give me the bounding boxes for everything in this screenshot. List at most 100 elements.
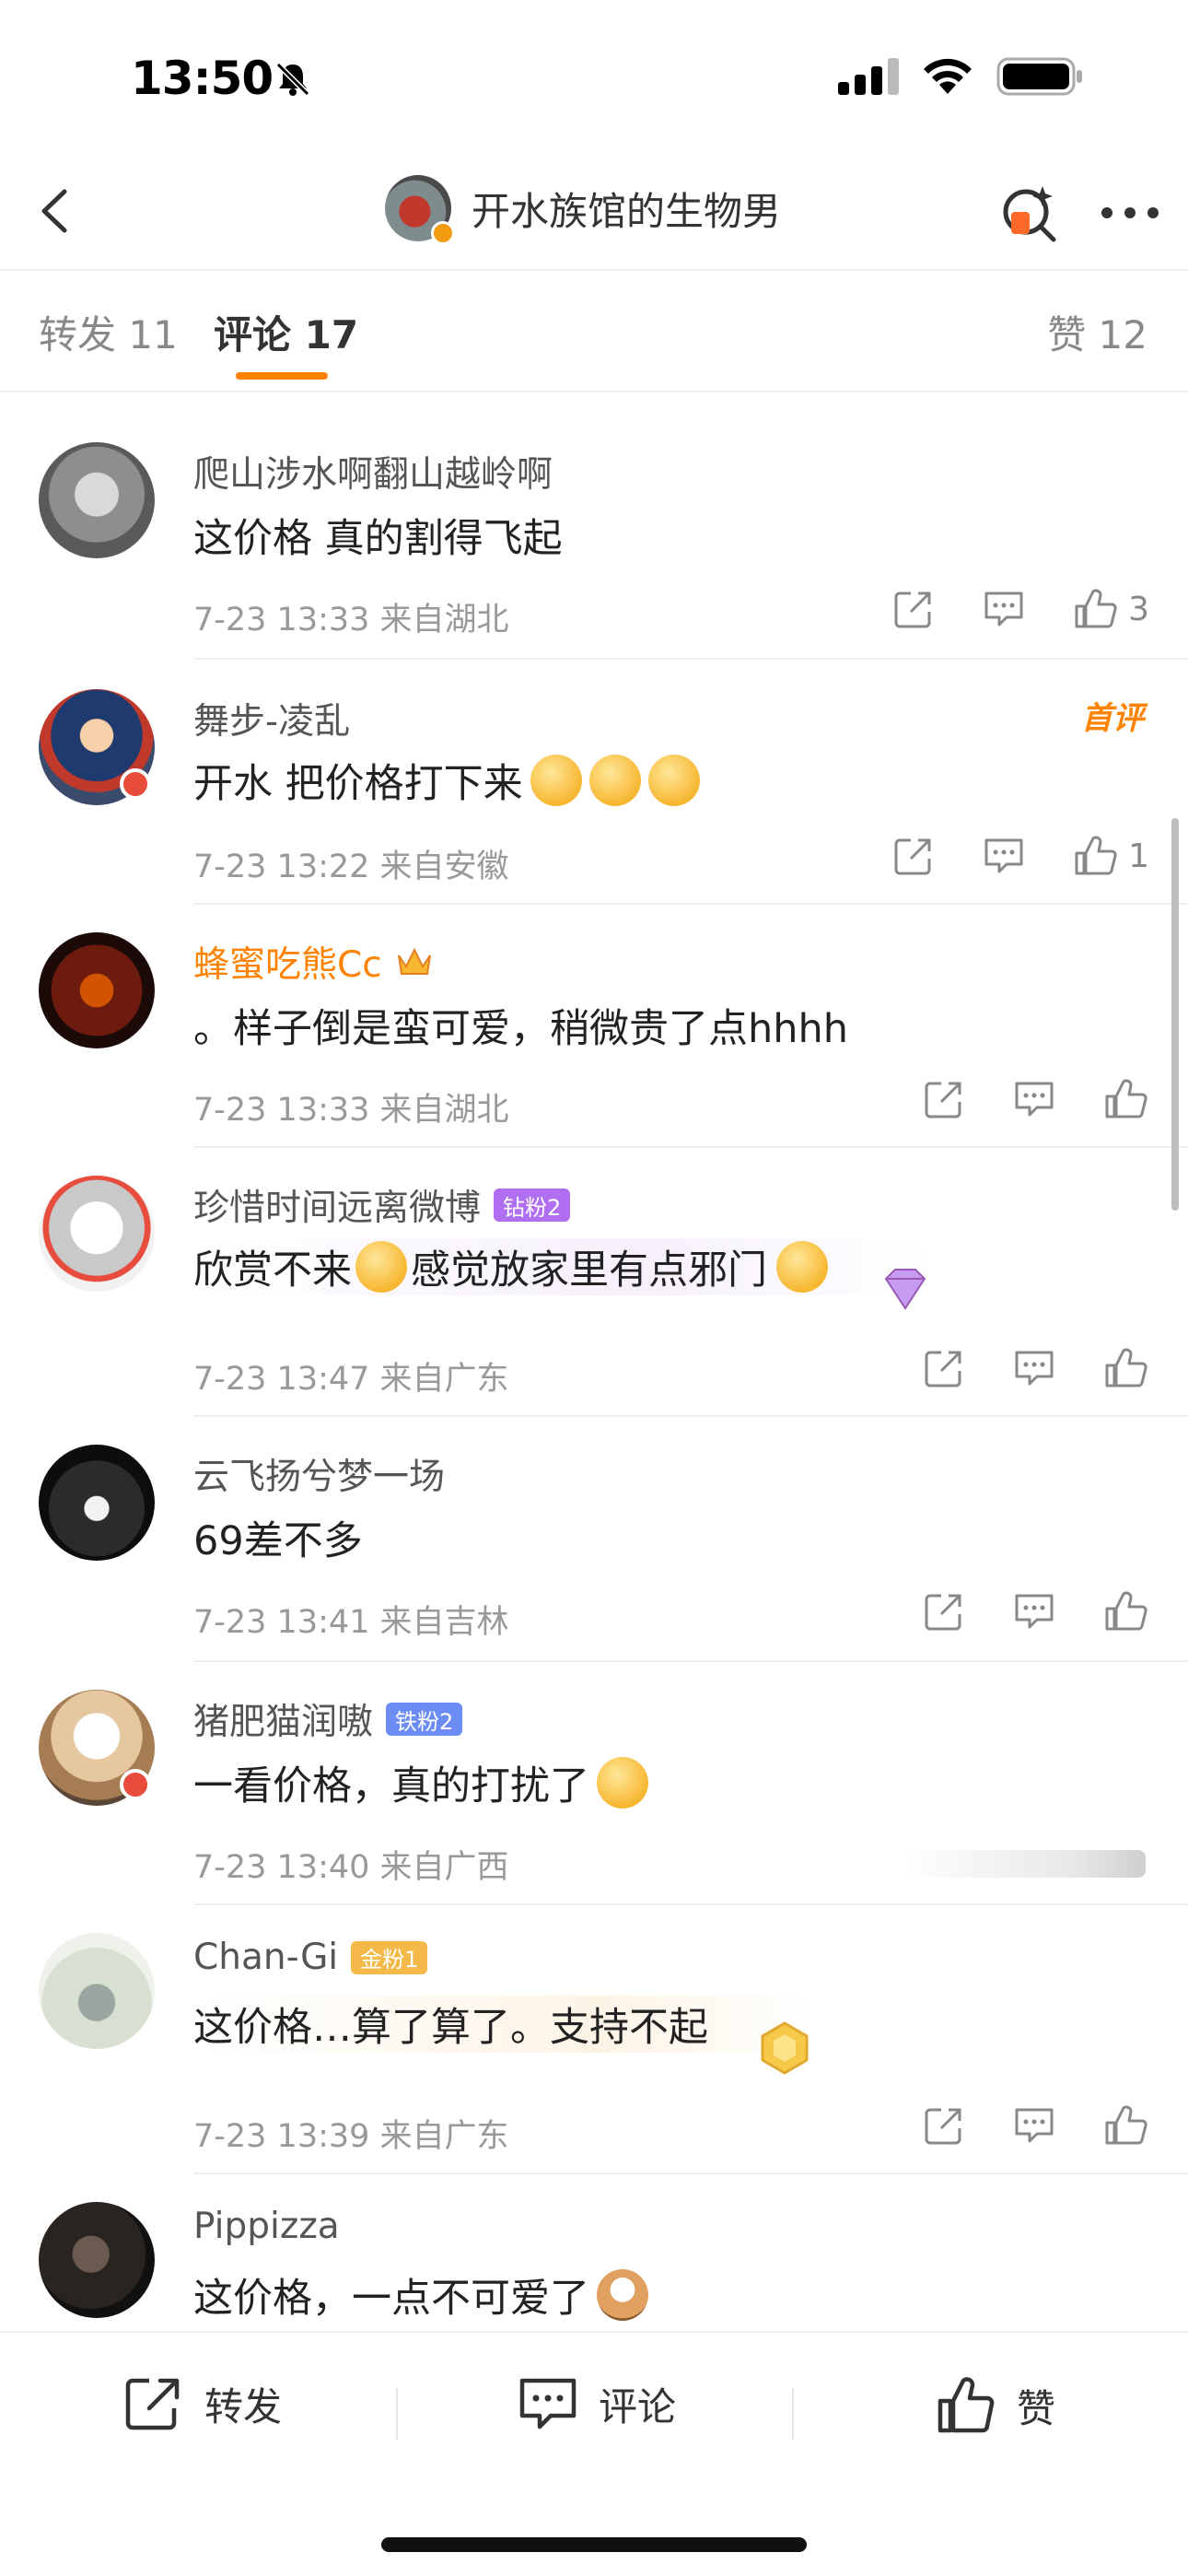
comment-item: Chan-Gi 金粉1 这价格…算了算了。支持不起 7-23 13:39 来自广…	[0, 1905, 1188, 2174]
comment-actions	[923, 1076, 1149, 1122]
comment-text-part: 感觉放家里有点邪门	[411, 1247, 767, 1294]
fan-level-badge: 金粉1	[351, 1940, 428, 1974]
comment-item: 舞步-凌乱 首评 开水 把价格打下来 7-23 13:22 来自安徽 1	[0, 660, 1188, 905]
more-options-icon[interactable]	[1100, 204, 1160, 222]
share-icon	[125, 2378, 180, 2430]
cellular-signal-icon	[838, 58, 899, 95]
repost-label: 转发	[204, 2383, 283, 2430]
commenter-name[interactable]: Pippizza	[193, 2206, 340, 2247]
battery-icon	[996, 57, 1082, 96]
comment-meta: 7-23 13:47 来自广东	[193, 1361, 509, 1398]
reply-icon[interactable]	[1013, 2104, 1055, 2147]
verified-badge-icon	[120, 1769, 151, 1800]
thumbs-up-icon	[938, 2377, 995, 2433]
back-chevron-icon[interactable]	[26, 179, 90, 243]
fan-level-badge: 铁粉2	[386, 1703, 463, 1736]
reply-icon[interactable]	[983, 588, 1025, 630]
thumbs-up-icon[interactable]	[1073, 833, 1119, 879]
shy-face-emoji-icon	[588, 755, 641, 806]
comment-text-part: 欣赏不来	[193, 1247, 352, 1294]
thumbs-up-icon[interactable]	[1073, 586, 1119, 632]
commenter-name[interactable]: 舞步-凌乱	[193, 693, 350, 744]
commenter-avatar[interactable]	[39, 932, 155, 1048]
gold-badge-decoration-icon	[761, 2021, 809, 2075]
wifi-icon	[924, 58, 972, 94]
reply-icon[interactable]	[1013, 1347, 1055, 1389]
share-icon[interactable]	[923, 2104, 965, 2147]
status-time: 13:50	[131, 52, 274, 105]
commenter-avatar[interactable]	[39, 1176, 155, 1292]
comment-actions	[923, 1588, 1149, 1634]
tab-comments[interactable]: 评论 17	[214, 304, 358, 360]
comment-item: 云飞扬兮梦一场 69差不多 7-23 13:41 来自吉林	[0, 1417, 1188, 1662]
comment-text: 欣赏不来 感觉放家里有点邪门	[193, 1238, 933, 1295]
active-tab-indicator	[236, 372, 328, 380]
share-icon[interactable]	[892, 835, 935, 877]
share-icon[interactable]	[923, 1590, 965, 1633]
like-control[interactable]: 1	[1073, 833, 1149, 879]
comment-item: 蜂蜜吃熊Cc 。样子倒是蛮可爱，稍微贵了点hhhh 7-23 13:33 来自湖…	[0, 905, 1188, 1148]
comment-button[interactable]: 评论	[518, 2375, 676, 2432]
comment-item: 爬山涉水啊翻山越岭啊 这价格 真的割得飞起 7-23 13:33 来自湖北 3	[0, 391, 1188, 660]
verified-badge-icon	[431, 221, 455, 245]
page-title: 开水族馆的生物男	[472, 188, 782, 234]
verified-badge-icon	[120, 768, 151, 800]
comment-text-content: 一看价格，真的打扰了	[193, 1763, 589, 1809]
commenter-name-text: 蜂蜜吃熊Cc	[193, 944, 382, 986]
like-button[interactable]: 赞	[936, 2375, 1055, 2436]
comment-text: 这价格，一点不可爱了	[193, 2266, 652, 2324]
reply-icon[interactable]	[983, 835, 1025, 877]
reply-icon[interactable]	[1013, 1590, 1055, 1633]
like-control[interactable]: 3	[1073, 586, 1149, 632]
status-bar: 13:50	[0, 0, 1188, 157]
comment-actions	[923, 1345, 1149, 1391]
commenter-name[interactable]: 珍惜时间远离微博 钻粉2	[193, 1179, 571, 1231]
commenter-name[interactable]: Chan-Gi 金粉1	[193, 1937, 428, 1978]
bottom-bar-divider	[396, 2388, 398, 2440]
comment-text-content: 开水 把价格打下来	[193, 761, 523, 807]
tab-likes[interactable]: 赞 12	[1047, 304, 1147, 360]
author-avatar[interactable]	[385, 175, 455, 245]
shy-face-emoji-icon	[530, 755, 582, 806]
commenter-name[interactable]: 云飞扬兮梦一场	[193, 1448, 445, 1500]
commenter-name-text: 珍惜时间远离微博	[193, 1188, 482, 1229]
scrollbar[interactable]	[1171, 818, 1179, 1211]
comment-text-content: 这价格，一点不可爱了	[193, 2276, 589, 2322]
thumbs-up-icon[interactable]	[1103, 1588, 1149, 1634]
share-icon[interactable]	[892, 588, 935, 630]
comment-actions	[923, 2102, 1149, 2149]
commenter-avatar[interactable]	[39, 1445, 155, 1561]
commenter-name[interactable]: 蜂蜜吃熊Cc	[193, 936, 434, 988]
fan-level-badge: 钻粉2	[494, 1188, 571, 1222]
commenter-avatar[interactable]	[39, 442, 155, 558]
share-icon[interactable]	[923, 1347, 965, 1389]
like-count: 1	[1128, 837, 1149, 875]
comment-actions: 1	[892, 833, 1149, 879]
thumbs-up-icon[interactable]	[1103, 1076, 1149, 1122]
top-nav-bar: 开水族馆的生物男	[0, 157, 1188, 271]
reply-icon[interactable]	[1013, 1078, 1055, 1120]
commenter-avatar[interactable]	[39, 2202, 155, 2318]
commenter-name[interactable]: 爬山涉水啊翻山越岭啊	[193, 446, 553, 498]
commenter-name[interactable]: 猪肥猫润嗷 铁粉2	[193, 1693, 463, 1745]
thumbs-up-icon[interactable]	[1103, 2102, 1149, 2149]
repost-button[interactable]: 转发	[123, 2375, 282, 2432]
share-icon[interactable]	[923, 1078, 965, 1120]
thumbs-up-icon[interactable]	[1103, 1345, 1149, 1391]
tab-repost[interactable]: 转发 11	[39, 304, 178, 360]
comment-actions: 3	[892, 586, 1149, 632]
zipped-mouth-emoji-icon	[355, 1241, 407, 1293]
commenter-avatar[interactable]	[39, 1933, 155, 2049]
comment-meta: 7-23 13:33 来自湖北	[193, 602, 509, 638]
cat-face-emoji-icon	[597, 2269, 648, 2321]
home-indicator[interactable]	[381, 2537, 807, 2552]
header-actions	[996, 181, 1160, 245]
comment-text: 69差不多	[193, 1518, 363, 1564]
crown-icon	[397, 947, 431, 975]
ai-search-icon[interactable]	[996, 181, 1061, 245]
author-info[interactable]: 开水族馆的生物男	[385, 175, 782, 245]
commenter-name-text: 猪肥猫润嗷	[193, 1702, 374, 1743]
comment-meta: 7-23 13:40 来自广西	[193, 1849, 509, 1886]
comment-item: Pippizza 这价格，一点不可爱了	[0, 2174, 1188, 2331]
comment-text: 这价格…算了算了。支持不起	[193, 1996, 819, 2053]
